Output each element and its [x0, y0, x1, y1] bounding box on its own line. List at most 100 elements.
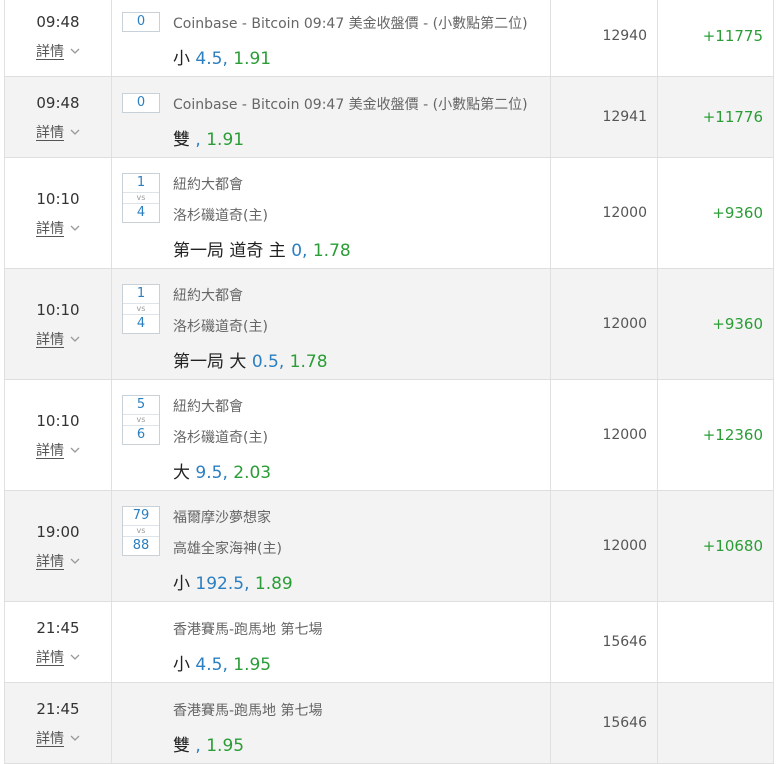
bet-description: 5 vs 6 紐約大都會 洛杉磯道奇(主) 大 9.5, 2.03 [112, 380, 551, 490]
bet-description: 香港賽馬-跑馬地 第七場 小 4.5, 1.95 [112, 602, 551, 682]
pick-odds: 1.89 [254, 574, 293, 594]
pick-separator: , [278, 352, 290, 372]
event-name: 香港賽馬-跑馬地 第七場 [173, 703, 323, 719]
pick-line: 4.5 [195, 655, 223, 675]
table-row: 19:00 詳情 79 vs 88 福爾摩沙夢想家 高雄全家海神(主) 小 19… [5, 491, 774, 602]
away-score: 6 [136, 427, 146, 442]
bet-time: 10:10 [36, 411, 80, 430]
stake-cell: 12000 [551, 269, 658, 379]
bet-description: 1 vs 4 紐約大都會 洛杉磯道奇(主) 第一局 大 0.5, 1.78 [112, 269, 551, 379]
pick-separator: , [195, 736, 207, 756]
stake-amount: 12940 [602, 28, 647, 44]
bet-time: 09:48 [36, 93, 80, 112]
detail-toggle[interactable]: 詳情 [36, 728, 80, 748]
pick-odds: 1.91 [206, 130, 245, 150]
event-name: Coinbase - Bitcoin 09:47 美金收盤價 - (小數點第二位… [173, 97, 528, 113]
pick-label: 小 [173, 574, 190, 594]
bet-time: 09:48 [36, 12, 80, 31]
win-amount: +12360 [702, 426, 763, 444]
detail-label: 詳情 [36, 43, 64, 60]
detail-toggle[interactable]: 詳情 [36, 218, 80, 238]
detail-label: 詳情 [36, 331, 64, 348]
bet-selection: 第一局 道奇 主 0, 1.78 [173, 236, 351, 261]
win-amount: +11775 [702, 27, 763, 45]
home-score: 1 [136, 175, 146, 190]
stake-cell: 12940 [551, 0, 658, 76]
stake-cell: 12941 [551, 77, 658, 157]
bet-selection: 小 192.5, 1.89 [173, 569, 293, 594]
home-team: 紐約大都會 [173, 177, 243, 193]
stake-cell: 12000 [551, 158, 658, 268]
stake-cell: 12000 [551, 380, 658, 490]
chevron-down-icon [70, 223, 80, 233]
away-team: 洛杉磯道奇(主) [173, 208, 268, 224]
detail-label: 詳情 [36, 553, 64, 570]
detail-label: 詳情 [36, 124, 64, 141]
pick-odds: 1.95 [233, 655, 272, 675]
pick-separator: , [195, 130, 207, 150]
pick-label: 第一局 大 [173, 352, 247, 372]
away-score: 4 [136, 205, 146, 220]
vs-label: vs [123, 414, 159, 426]
detail-toggle[interactable]: 詳情 [36, 41, 80, 61]
detail-toggle[interactable]: 詳情 [36, 647, 80, 667]
stake-amount: 12000 [602, 427, 647, 443]
score-box: 79 vs 88 [122, 506, 160, 556]
vs-label: vs [123, 525, 159, 537]
detail-label: 詳情 [36, 220, 64, 237]
bet-description: 1 vs 4 紐約大都會 洛杉磯道奇(主) 第一局 道奇 主 0, 1.78 [112, 158, 551, 268]
pick-separator: , [244, 574, 255, 594]
stake-amount: 12000 [602, 205, 647, 221]
result-cell: +9360 [658, 269, 774, 379]
bet-description: 0 Coinbase - Bitcoin 09:47 美金收盤價 - (小數點第… [112, 77, 551, 157]
score-box: 1 vs 4 [122, 284, 160, 334]
result-cell [658, 602, 774, 682]
bet-description: 79 vs 88 福爾摩沙夢想家 高雄全家海神(主) 小 192.5, 1.89 [112, 491, 551, 601]
chevron-down-icon [70, 556, 80, 566]
detail-toggle[interactable]: 詳情 [36, 440, 80, 460]
time-cell: 10:10 詳情 [5, 269, 112, 379]
stake-amount: 12941 [602, 109, 647, 125]
result-cell: +11776 [658, 77, 774, 157]
result-cell: +9360 [658, 158, 774, 268]
chevron-down-icon [70, 46, 80, 56]
chevron-down-icon [70, 334, 80, 344]
bet-selection: 雙 , 1.95 [173, 731, 244, 756]
time-cell: 09:48 詳情 [5, 0, 112, 76]
table-row: 21:45 詳情 香港賽馬-跑馬地 第七場 小 4.5, 1.95 15646 [5, 602, 774, 683]
chevron-down-icon [70, 127, 80, 137]
score-box: 5 vs 6 [122, 395, 160, 445]
result-cell: +10680 [658, 491, 774, 601]
bet-time: 10:10 [36, 189, 80, 208]
win-amount: +9360 [712, 204, 763, 222]
detail-label: 詳情 [36, 730, 64, 747]
away-score: 88 [132, 538, 150, 553]
table-row: 10:10 詳情 1 vs 4 紐約大都會 洛杉磯道奇(主) 第一局 道奇 主 … [5, 158, 774, 269]
pick-label: 大 [173, 463, 190, 483]
vs-label: vs [123, 192, 159, 204]
home-score: 79 [132, 508, 150, 523]
bet-time: 19:00 [36, 522, 80, 541]
time-cell: 09:48 詳情 [5, 77, 112, 157]
time-cell: 21:45 詳情 [5, 602, 112, 682]
pick-label: 雙 [173, 130, 190, 150]
table-row: 09:48 詳情 0 Coinbase - Bitcoin 09:47 美金收盤… [5, 0, 774, 77]
result-cell: +12360 [658, 380, 774, 490]
pick-odds: 1.95 [206, 736, 245, 756]
detail-toggle[interactable]: 詳情 [36, 551, 80, 571]
detail-toggle[interactable]: 詳情 [36, 329, 80, 349]
stake-amount: 15646 [602, 634, 647, 650]
win-amount: +9360 [712, 315, 763, 333]
event-name: 香港賽馬-跑馬地 第七場 [173, 622, 323, 638]
bet-selection: 第一局 大 0.5, 1.78 [173, 347, 328, 372]
event-name: Coinbase - Bitcoin 09:47 美金收盤價 - (小數點第二位… [173, 16, 528, 32]
bet-description: 香港賽馬-跑馬地 第七場 雙 , 1.95 [112, 683, 551, 763]
home-team: 福爾摩沙夢想家 [173, 510, 271, 526]
pick-label: 小 [173, 49, 190, 69]
table-row: 10:10 詳情 1 vs 4 紐約大都會 洛杉磯道奇(主) 第一局 大 0.5… [5, 269, 774, 380]
time-cell: 19:00 詳情 [5, 491, 112, 601]
pick-separator: , [222, 49, 234, 69]
bet-selection: 大 9.5, 2.03 [173, 458, 271, 483]
detail-toggle[interactable]: 詳情 [36, 122, 80, 142]
stake-amount: 12000 [602, 538, 647, 554]
